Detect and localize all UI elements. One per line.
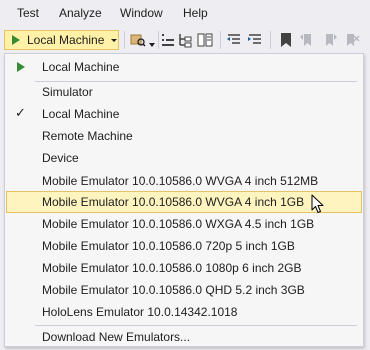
menu-help[interactable]: Help (183, 5, 208, 22)
menu-item-label: Local Machine (42, 60, 120, 74)
menu-bar: Test Analyze Window Help (0, 0, 370, 27)
chevron-down-icon[interactable] (111, 39, 117, 42)
menu-item-emulator-720p[interactable]: Mobile Emulator 10.0.10586.0 720p 5 inch… (6, 235, 362, 257)
play-icon (17, 62, 25, 72)
clear-bookmarks-icon (347, 34, 360, 46)
menu-item-download-emulators[interactable]: Download New Emulators... (6, 326, 362, 348)
menu-item-label: HoloLens Emulator 10.0.14342.1018 (42, 305, 238, 319)
menu-item-label: Mobile Emulator 10.0.10586.0 QHD 5.2 inc… (42, 283, 305, 297)
menu-item-emulator-wvga-1gb[interactable]: Mobile Emulator 10.0.10586.0 WVGA 4 inch… (6, 191, 362, 213)
menu-item-label: Mobile Emulator 10.0.10586.0 WXGA 4.5 in… (42, 217, 315, 231)
menu-item-label: Mobile Emulator 10.0.10586.0 720p 5 inch… (42, 239, 295, 253)
menu-item-hololens-emulator[interactable]: HoloLens Emulator 10.0.14342.1018 (6, 301, 362, 323)
menu-item-label: Mobile Emulator 10.0.10586.0 WVGA 4 inch… (42, 195, 305, 209)
hierarchy-icon[interactable] (177, 32, 193, 48)
menu-item-label: Simulator (42, 85, 93, 99)
run-target-button[interactable]: Local Machine (4, 30, 119, 50)
menu-window[interactable]: Window (120, 5, 163, 22)
menu-item-label: Mobile Emulator 10.0.10586.0 1080p 6 inc… (42, 261, 302, 275)
run-target-dropdown: Local Machine Simulator ✓ Local Machine … (4, 53, 364, 347)
chevron-down-icon[interactable] (149, 43, 155, 48)
run-target-label: Local Machine (27, 33, 105, 47)
menu-item-local-machine[interactable]: ✓ Local Machine (6, 103, 362, 125)
documents-icon[interactable] (197, 32, 213, 48)
menu-item-emulator-wxga-1gb[interactable]: Mobile Emulator 10.0.10586.0 WXGA 4.5 in… (6, 213, 362, 235)
previous-bookmark-icon (300, 34, 311, 46)
toolbar-separator (158, 31, 159, 49)
toolbar-separator (220, 31, 221, 49)
menu-item-label: Remote Machine (42, 129, 133, 143)
menu-item-label: Device (42, 151, 79, 165)
menu-item-emulator-qhd[interactable]: Mobile Emulator 10.0.10586.0 QHD 5.2 inc… (6, 279, 362, 301)
play-icon (12, 35, 20, 45)
browse-icon[interactable] (130, 32, 146, 48)
menu-test[interactable]: Test (17, 5, 39, 22)
menu-item-remote-machine[interactable]: Remote Machine (6, 125, 362, 147)
menu-item-emulator-wvga-512mb[interactable]: Mobile Emulator 10.0.10586.0 WVGA 4 inch… (6, 170, 362, 192)
next-bookmark-icon (326, 34, 337, 46)
menu-analyze[interactable]: Analyze (59, 5, 102, 22)
checkmark-icon: ✓ (15, 105, 26, 120)
bookmark-icon[interactable] (278, 32, 294, 48)
indent-icon[interactable] (247, 32, 263, 48)
toolbar-separator (270, 31, 271, 49)
mouse-cursor-icon (311, 194, 324, 213)
menu-item-label: Local Machine (42, 107, 120, 121)
toolbar-separator (124, 31, 125, 49)
step-icon[interactable] (160, 32, 176, 48)
menu-item-emulator-1080p[interactable]: Mobile Emulator 10.0.10586.0 1080p 6 inc… (6, 257, 362, 279)
menu-item-label: Mobile Emulator 10.0.10586.0 WVGA 4 inch… (42, 174, 319, 188)
outdent-icon[interactable] (226, 32, 242, 48)
menu-item-local-machine-default[interactable]: Local Machine (6, 56, 362, 78)
menu-item-device[interactable]: Device (6, 147, 362, 169)
menu-item-label: Download New Emulators... (42, 330, 191, 344)
menu-item-simulator[interactable]: Simulator (6, 81, 362, 103)
